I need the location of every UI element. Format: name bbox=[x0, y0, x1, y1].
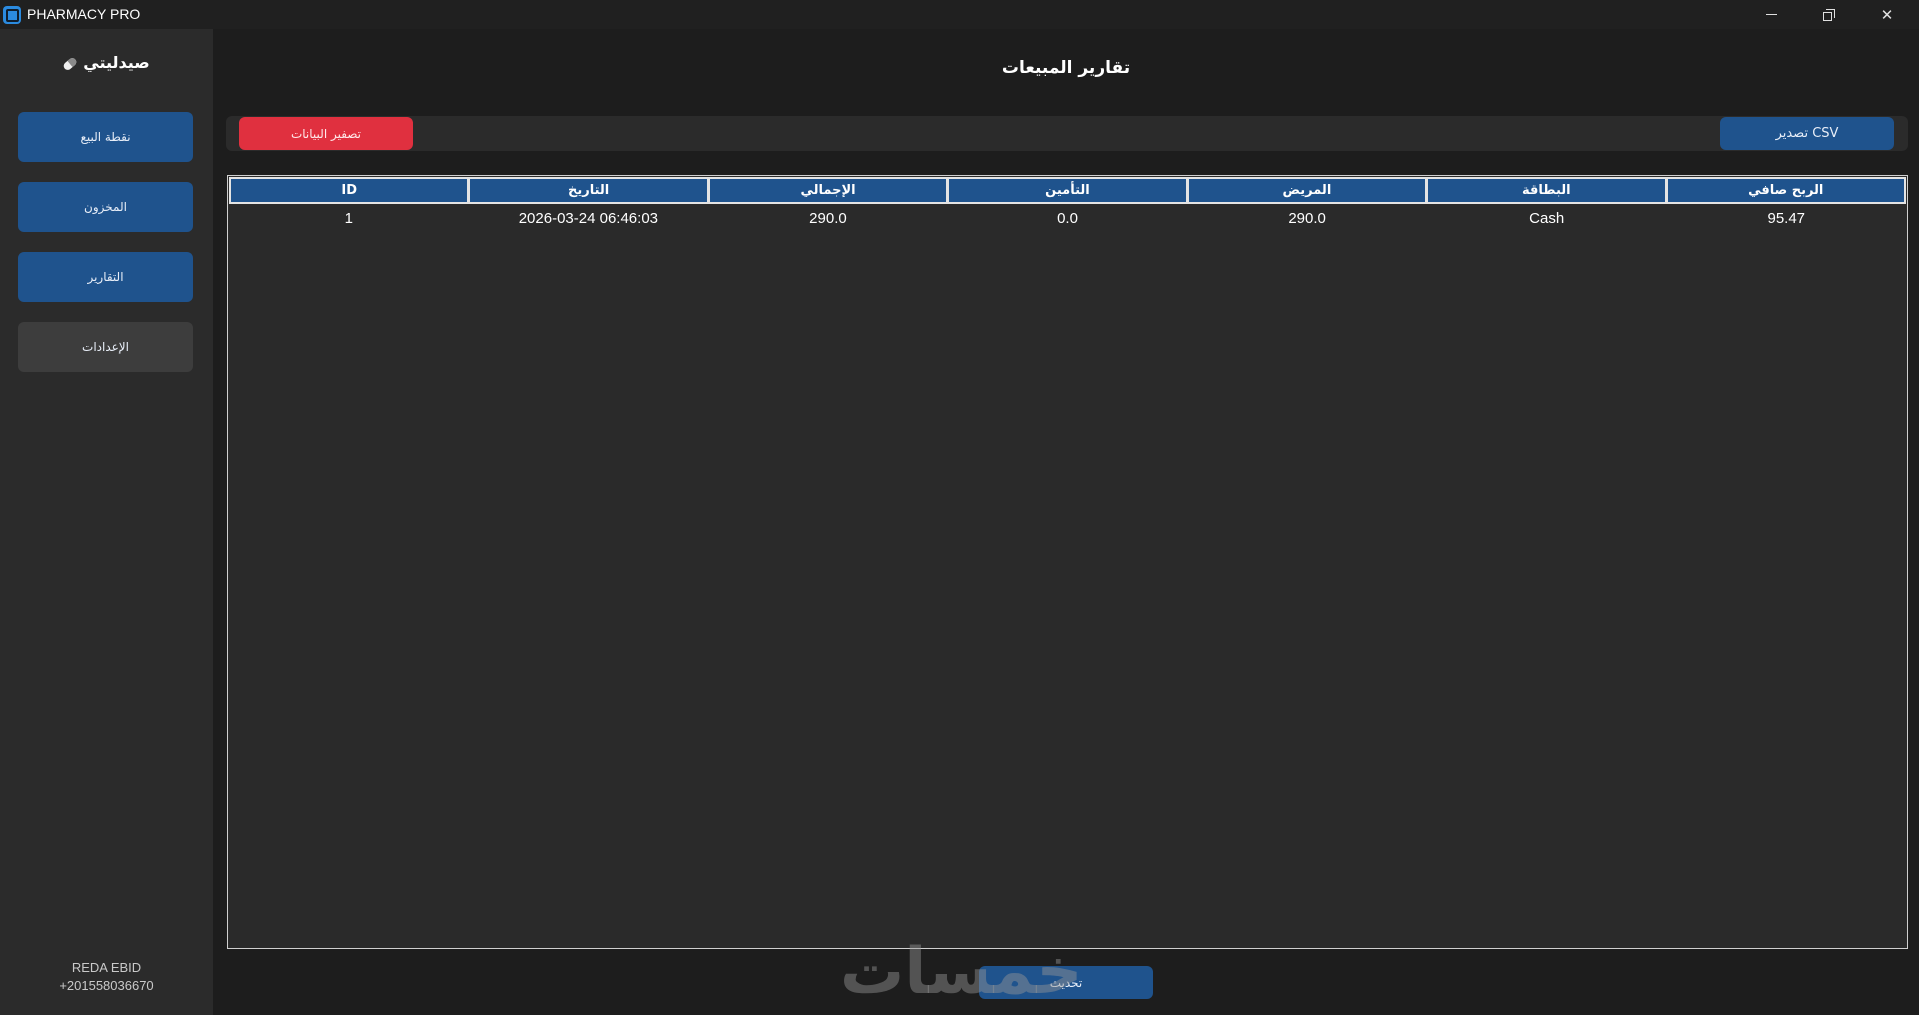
title-bar: PHARMACY PRO ✕ bbox=[0, 0, 1919, 29]
clear-data-button[interactable]: تصفير البيانات bbox=[239, 117, 413, 150]
close-icon: ✕ bbox=[1880, 5, 1894, 24]
table-cell: 0.0 bbox=[1057, 209, 1078, 227]
sales-table: ID التاريخ الإجمالي التأمين المريض البطا… bbox=[227, 175, 1908, 949]
table-cell: 2026-03-24 06:46:03 bbox=[518, 209, 659, 227]
restore-icon bbox=[1823, 8, 1835, 21]
minimize-icon bbox=[1765, 14, 1777, 15]
window-title: PHARMACY PRO bbox=[27, 6, 141, 22]
column-header-id[interactable]: ID bbox=[229, 177, 470, 204]
sidebar-item-label: نقطة البيع bbox=[80, 130, 131, 144]
table-cell: 1 bbox=[344, 209, 353, 227]
sidebar-item-reports[interactable]: التقارير bbox=[18, 252, 193, 302]
minimize-button[interactable] bbox=[1742, 0, 1800, 29]
table-cell: Cash bbox=[1529, 209, 1565, 227]
refresh-button[interactable]: تحديث bbox=[979, 966, 1153, 999]
sidebar-item-inventory[interactable]: المخزون bbox=[18, 182, 193, 232]
sidebar-item-label: التقارير bbox=[87, 270, 124, 284]
app-icon bbox=[3, 6, 21, 24]
table-row[interactable]: 1 2026-03-24 06:46:03 290.0 0.0 290.0 Ca… bbox=[229, 206, 1906, 230]
table-cell: 290.0 bbox=[809, 209, 847, 227]
sidebar-item-label: الإعدادات bbox=[82, 340, 129, 354]
developer-name: REDA EBID bbox=[71, 960, 142, 975]
column-header-insurance[interactable]: التأمين bbox=[948, 177, 1188, 204]
sidebar: صيدليتي نقطة البيع المخزون التقارير الإع… bbox=[0, 29, 213, 1015]
column-header-date[interactable]: التاريخ bbox=[469, 177, 709, 204]
pill-icon bbox=[62, 55, 79, 72]
developer-phone: +201558036670 bbox=[59, 978, 154, 993]
sidebar-item-settings[interactable]: الإعدادات bbox=[18, 322, 193, 372]
sidebar-footer: REDA EBID +201558036670 bbox=[0, 959, 213, 995]
brand-label: صيدليتي bbox=[83, 53, 150, 72]
restore-button[interactable] bbox=[1800, 0, 1858, 29]
column-header-net-profit[interactable]: الربح صافي bbox=[1666, 177, 1906, 204]
column-header-patient[interactable]: المريض bbox=[1187, 177, 1428, 204]
toolbar bbox=[226, 116, 1908, 151]
sidebar-item-pos[interactable]: نقطة البيع bbox=[18, 112, 193, 162]
sidebar-item-label: المخزون bbox=[84, 200, 127, 214]
brand: صيدليتي bbox=[0, 53, 213, 72]
column-header-total[interactable]: الإجمالي bbox=[708, 177, 949, 204]
column-header-card[interactable]: البطاقة bbox=[1427, 177, 1667, 204]
close-button[interactable]: ✕ bbox=[1858, 0, 1916, 29]
table-cell: 290.0 bbox=[1288, 209, 1326, 227]
export-csv-button[interactable]: تصدير CSV bbox=[1720, 117, 1894, 150]
table-header: ID التاريخ الإجمالي التأمين المريض البطا… bbox=[229, 177, 1906, 204]
table-cell: 95.47 bbox=[1767, 209, 1806, 227]
page-title: تقارير المبيعات bbox=[1001, 58, 1131, 78]
